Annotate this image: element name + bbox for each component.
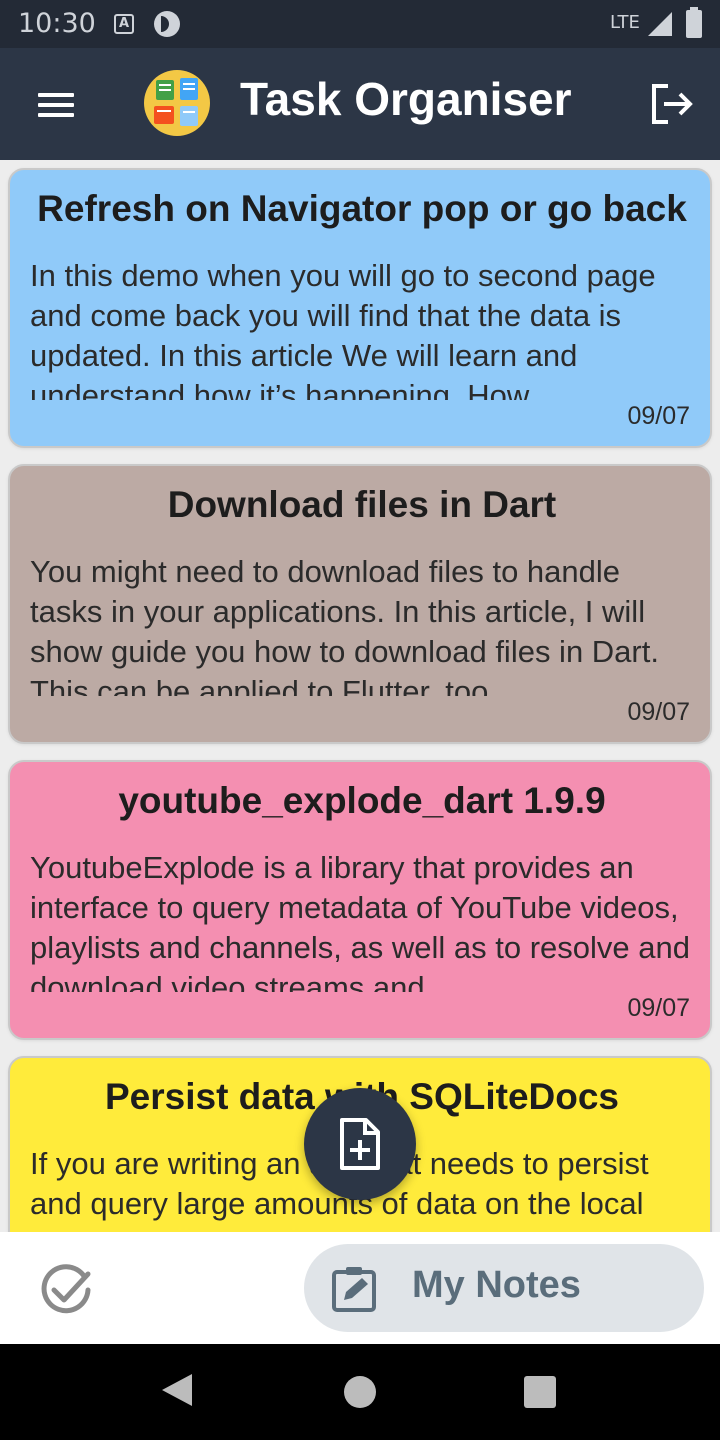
bottom-navigation: My Notes xyxy=(0,1232,720,1344)
note-card[interactable]: Download files in Dart You might need to… xyxy=(8,464,712,744)
note-title: youtube_explode_dart 1.9.9 xyxy=(118,780,606,821)
note-title: Download files in Dart xyxy=(167,484,557,525)
home-icon[interactable] xyxy=(344,1376,376,1408)
logout-icon[interactable] xyxy=(648,82,696,126)
note-date: 09/07 xyxy=(627,994,690,1022)
menu-icon[interactable] xyxy=(38,93,74,117)
note-card[interactable]: Refresh on Navigator pop or go back In t… xyxy=(8,168,712,448)
a-notification-icon: A xyxy=(114,14,134,34)
note-date: 09/07 xyxy=(627,698,690,726)
note-body: YoutubeExplode is a library that provide… xyxy=(30,850,690,992)
status-time: 10:30 xyxy=(18,8,96,39)
check-circle-icon[interactable] xyxy=(38,1262,94,1318)
note-card[interactable]: youtube_explode_dart 1.9.9 YoutubeExplod… xyxy=(8,760,712,1040)
recent-apps-icon[interactable] xyxy=(524,1376,556,1408)
app-bar: Task Organiser xyxy=(0,48,720,160)
battery-icon xyxy=(686,7,702,38)
task-organiser-logo-icon xyxy=(144,70,210,136)
notes-list[interactable]: Refresh on Navigator pop or go back In t… xyxy=(0,160,720,1232)
my-notes-tab[interactable]: My Notes xyxy=(304,1244,704,1332)
note-body: You might need to download files to hand… xyxy=(30,554,659,696)
add-note-icon xyxy=(340,1118,380,1170)
my-notes-label: My Notes xyxy=(412,1264,581,1306)
p-notification-icon xyxy=(154,11,180,37)
signal-icon xyxy=(648,12,672,36)
app-title: Task Organiser xyxy=(240,73,572,125)
status-bar: 10:30 A LTE xyxy=(0,0,720,48)
back-icon[interactable] xyxy=(162,1374,192,1406)
note-date: 09/07 xyxy=(627,402,690,430)
network-type: LTE xyxy=(610,12,640,33)
note-body: In this demo when you will go to second … xyxy=(30,258,656,400)
add-note-button[interactable] xyxy=(304,1088,416,1200)
note-title: Refresh on Navigator pop or go back xyxy=(37,188,687,229)
edit-note-icon xyxy=(332,1267,376,1312)
system-navigation-bar xyxy=(0,1344,720,1440)
